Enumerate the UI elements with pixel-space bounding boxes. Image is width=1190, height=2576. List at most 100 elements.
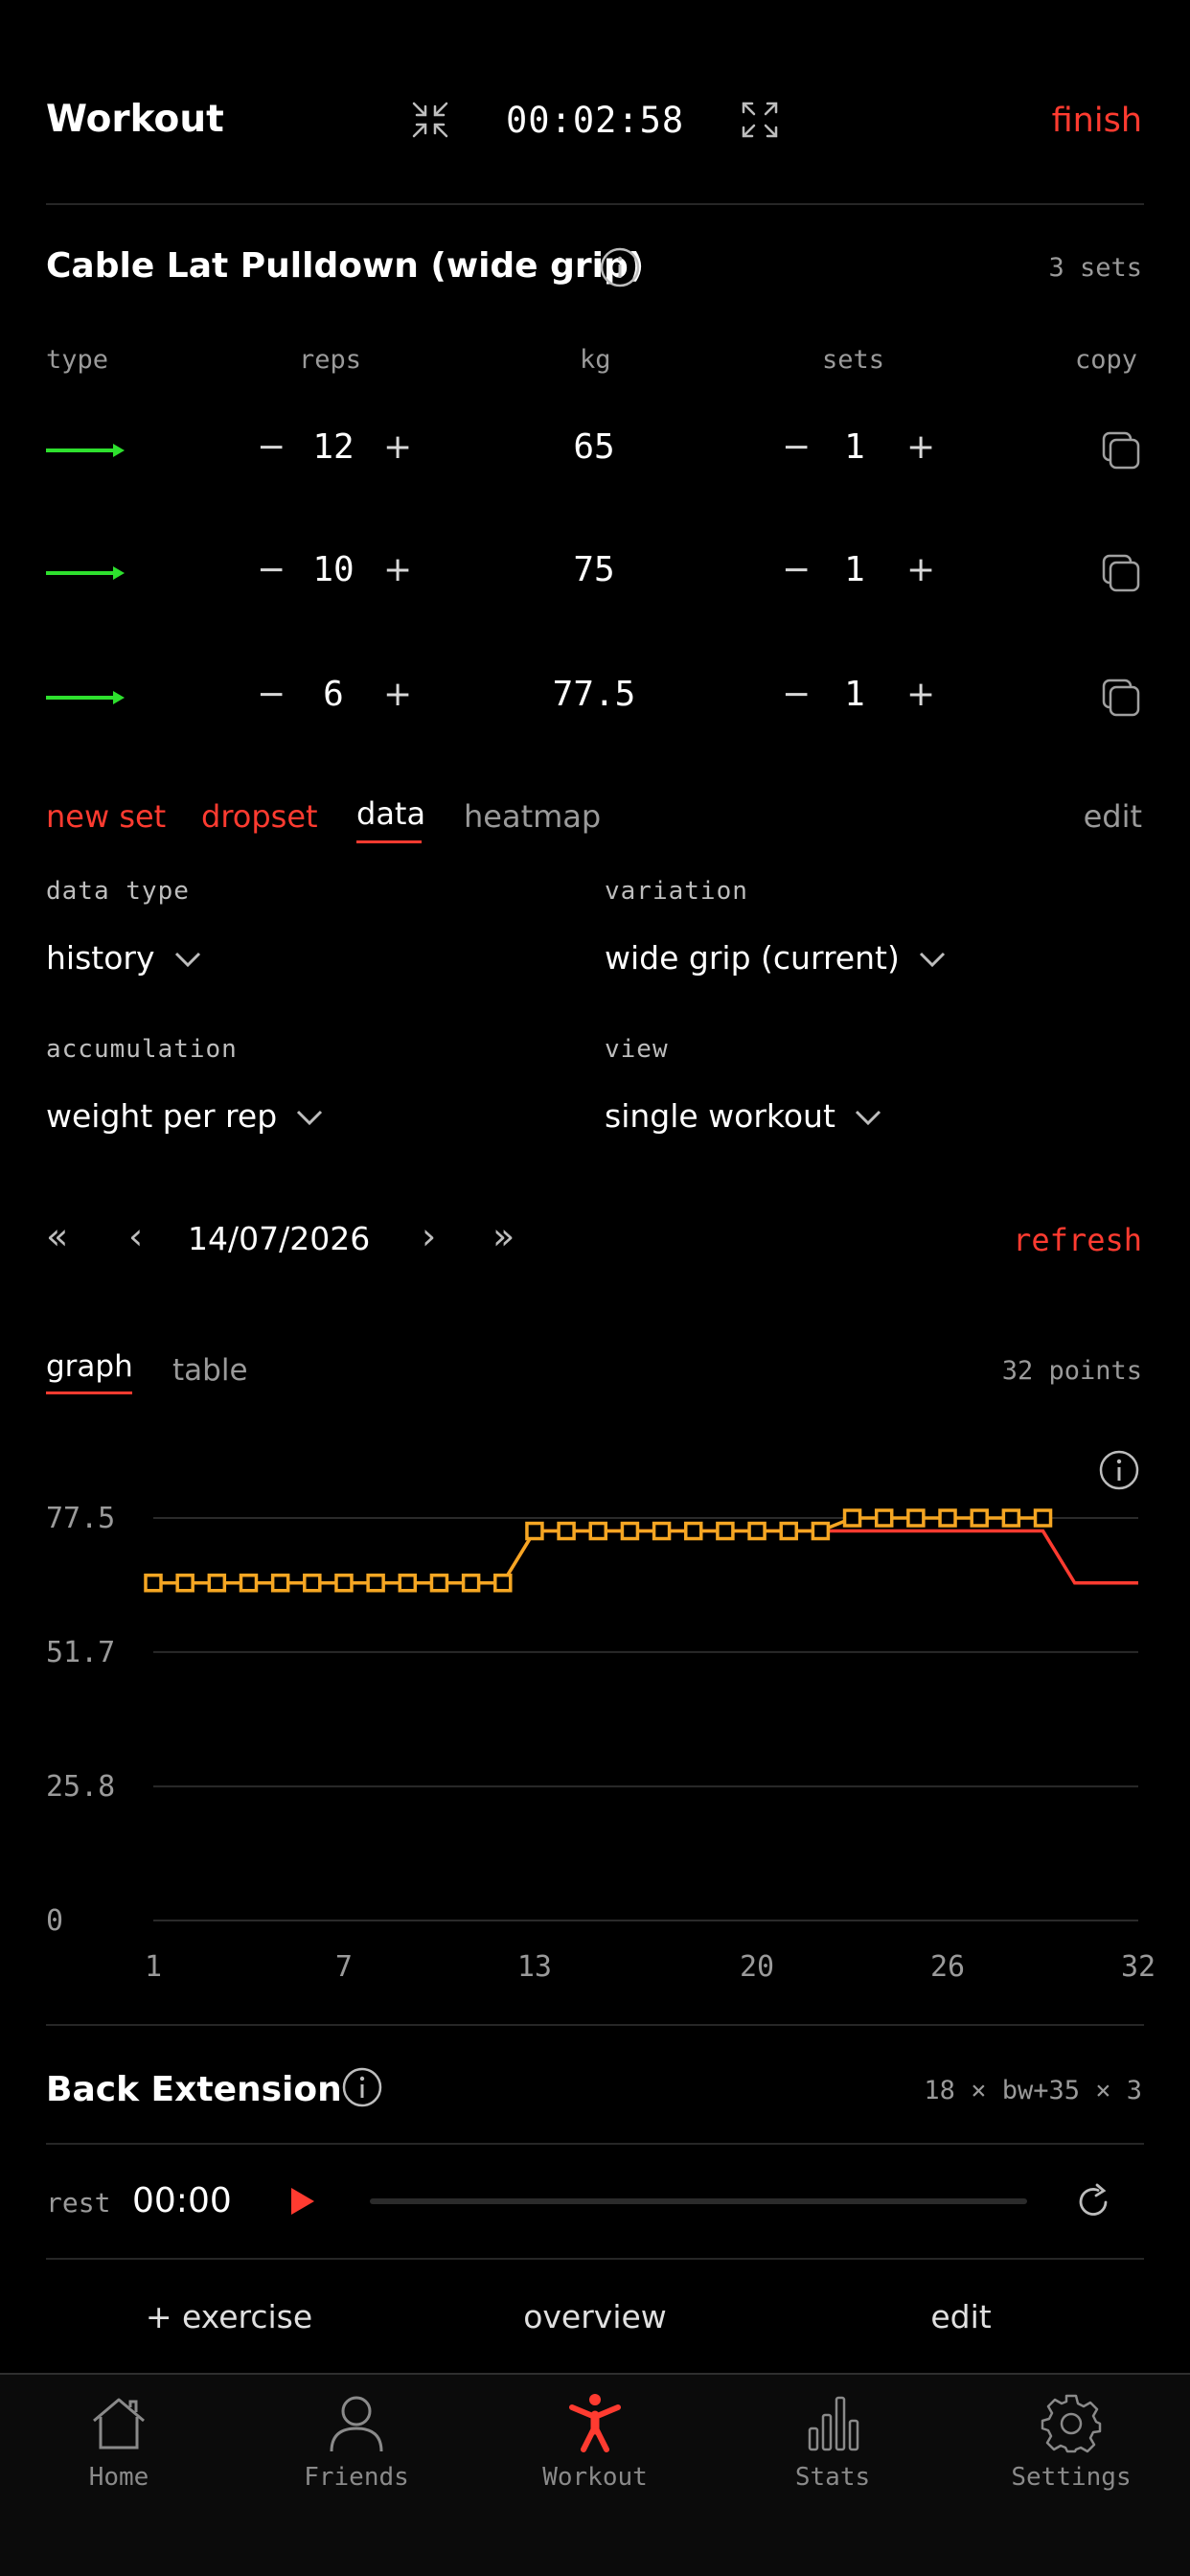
arrow-right-icon[interactable]: [46, 688, 126, 707]
sets-value[interactable]: 1: [826, 550, 883, 589]
reps-decrement-button[interactable]: −: [257, 427, 286, 467]
x-tick-label: 20: [740, 1950, 774, 1984]
chevron-down-icon: [297, 1110, 323, 1126]
data-point: [716, 1521, 735, 1541]
reps-decrement-button[interactable]: −: [257, 675, 286, 714]
data-type-label: data type: [46, 877, 190, 906]
next-date-button[interactable]: ›: [422, 1215, 436, 1257]
nav-label-home: Home: [88, 2463, 149, 2492]
tab-table[interactable]: table: [172, 1353, 248, 1388]
tab-data[interactable]: data: [356, 795, 425, 832]
workout-timer: 00:02:58: [506, 100, 685, 141]
variation-dropdown[interactable]: wide grip (current): [605, 939, 947, 977]
data-point: [620, 1521, 640, 1541]
data-type-dropdown[interactable]: history: [46, 939, 202, 977]
sets-value[interactable]: 1: [826, 427, 883, 467]
next-exercise-summary: 18 × bw+35 × 3: [924, 2076, 1142, 2105]
copy-icon[interactable]: [1100, 429, 1142, 472]
arrow-right-icon[interactable]: [46, 564, 126, 583]
nav-item-workout[interactable]: Workout: [476, 2375, 714, 2547]
data-point: [239, 1573, 259, 1593]
compress-icon[interactable]: [410, 100, 450, 140]
data-point: [525, 1521, 544, 1541]
refresh-button[interactable]: refresh: [1013, 1222, 1142, 1258]
sets-decrement-button[interactable]: −: [782, 675, 811, 714]
data-point: [842, 1508, 862, 1528]
sets-decrement-button[interactable]: −: [782, 427, 811, 467]
page-title: Workout: [46, 98, 224, 141]
edit-button[interactable]: edit: [1084, 798, 1142, 835]
sets-increment-button[interactable]: +: [906, 675, 935, 714]
history-chart: 0 25.8 51.7 77.5 1 7 13 20 26 32: [46, 1502, 1156, 1984]
y-tick-label: 77.5: [46, 1502, 115, 1535]
accumulation-value: weight per rep: [46, 1097, 278, 1135]
set-row: − 12 + 65 − 1 +: [0, 420, 1190, 481]
prev-date-button[interactable]: ‹: [128, 1215, 143, 1257]
x-tick-label: 13: [517, 1950, 552, 1984]
set-row: − 10 + 75 − 1 +: [0, 542, 1190, 604]
sets-value[interactable]: 1: [826, 675, 883, 714]
expand-icon[interactable]: [740, 100, 780, 140]
kg-value[interactable]: 65: [498, 427, 690, 467]
kg-value[interactable]: 77.5: [498, 675, 690, 714]
tab-active-indicator: [356, 840, 422, 843]
sets-increment-button[interactable]: +: [906, 427, 935, 467]
new-set-button[interactable]: new set: [46, 798, 166, 835]
column-copy: copy: [1075, 345, 1138, 375]
nav-label-friends: Friends: [304, 2463, 409, 2492]
arrow-right-icon[interactable]: [46, 441, 126, 460]
data-point: [970, 1508, 989, 1528]
data-point: [779, 1521, 798, 1541]
chevron-down-icon: [919, 952, 945, 968]
copy-icon[interactable]: [1100, 552, 1142, 594]
info-icon[interactable]: [599, 246, 641, 288]
data-point: [1033, 1508, 1053, 1528]
data-point: [588, 1521, 608, 1541]
exercise-name: Cable Lat Pulldown (wide grip): [46, 246, 645, 286]
nav-item-home[interactable]: Home: [0, 2375, 238, 2547]
reps-increment-button[interactable]: +: [383, 550, 412, 589]
nav-item-friends[interactable]: Friends: [238, 2375, 475, 2547]
rest-label: rest: [46, 2187, 111, 2219]
view-label: view: [605, 1035, 669, 1064]
info-icon[interactable]: [341, 2066, 383, 2108]
next-exercise-name: Back Extension: [46, 2070, 342, 2109]
reps-value[interactable]: 6: [287, 675, 379, 714]
nav-item-settings[interactable]: Settings: [952, 2375, 1190, 2547]
reps-decrement-button[interactable]: −: [257, 550, 286, 589]
first-date-button[interactable]: «: [46, 1215, 68, 1257]
data-point: [557, 1521, 576, 1541]
accumulation-dropdown[interactable]: weight per rep: [46, 1097, 324, 1135]
overview-button[interactable]: overview: [441, 2298, 749, 2335]
reps-value[interactable]: 10: [287, 550, 379, 589]
current-date[interactable]: 14/07/2026: [188, 1220, 370, 1257]
column-sets: sets: [822, 345, 885, 375]
data-point: [303, 1573, 322, 1593]
sets-increment-button[interactable]: +: [906, 550, 935, 589]
last-date-button[interactable]: »: [492, 1215, 515, 1257]
home-icon: [93, 2398, 145, 2450]
nav-item-stats[interactable]: Stats: [714, 2375, 951, 2547]
view-dropdown[interactable]: single workout: [605, 1097, 882, 1135]
tab-heatmap[interactable]: heatmap: [464, 798, 601, 835]
data-point: [747, 1521, 767, 1541]
add-exercise-button[interactable]: + exercise: [0, 2298, 458, 2335]
data-point: [652, 1521, 672, 1541]
reps-increment-button[interactable]: +: [383, 675, 412, 714]
sets-decrement-button[interactable]: −: [782, 550, 811, 589]
tab-graph[interactable]: graph: [46, 1349, 133, 1384]
reset-icon[interactable]: [1073, 2181, 1115, 2223]
reps-increment-button[interactable]: +: [383, 427, 412, 467]
copy-icon[interactable]: [1100, 677, 1142, 719]
play-icon[interactable]: [287, 2185, 318, 2218]
dropset-button[interactable]: dropset: [201, 798, 318, 835]
finish-button[interactable]: finish: [1052, 102, 1142, 140]
data-point: [398, 1573, 418, 1593]
data-point: [874, 1508, 894, 1528]
rest-progress-bar: [370, 2198, 1027, 2204]
kg-value[interactable]: 75: [498, 550, 690, 589]
edit-workout-button[interactable]: edit: [807, 2298, 1115, 2335]
data-point: [175, 1573, 195, 1593]
rest-time: 00:00: [132, 2181, 232, 2220]
reps-value[interactable]: 12: [287, 427, 379, 467]
